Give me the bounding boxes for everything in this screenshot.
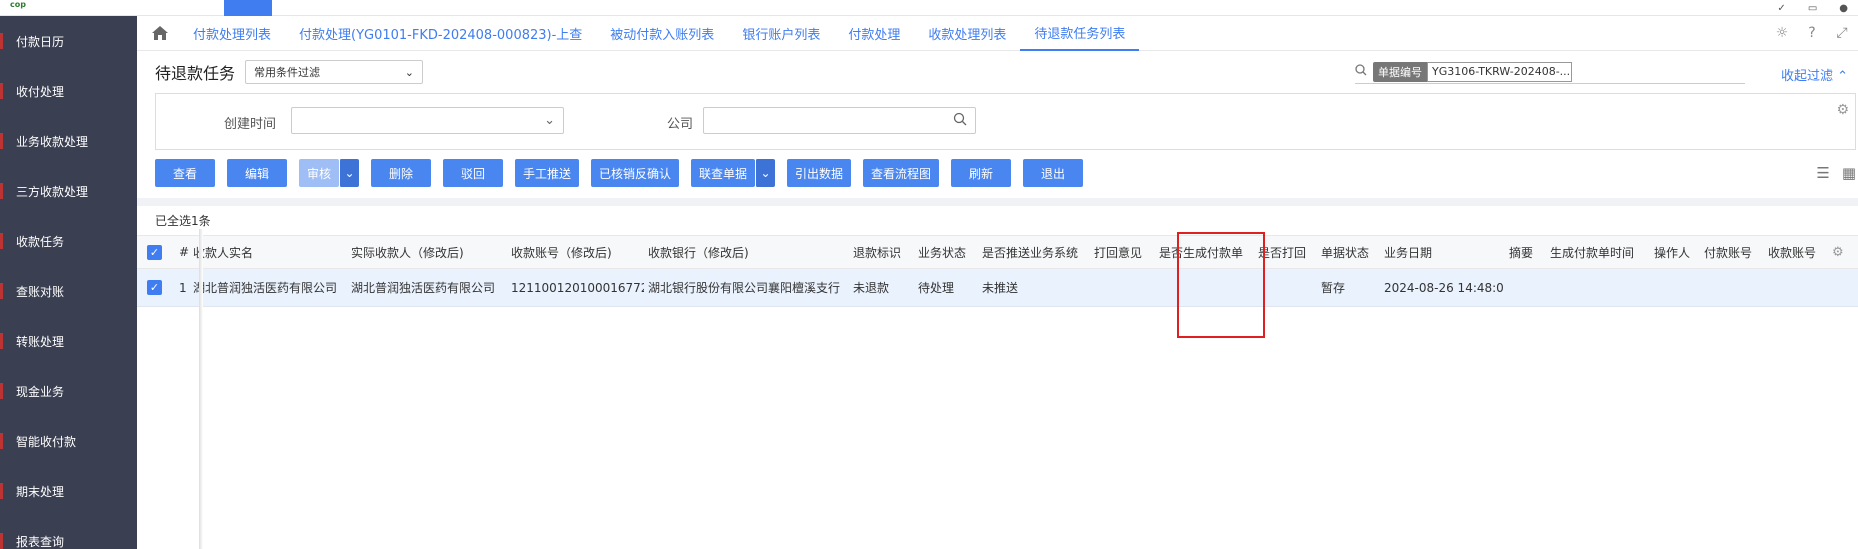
chevron-down-icon: ⌄ (344, 166, 355, 180)
col-account[interactable]: 收款账号（修改后) (507, 244, 644, 261)
table-header: ✓ # 收款人实名 实际收款人（修改后) 收款账号（修改后) 收款银行（修改后)… (137, 235, 1858, 269)
tab-payment-list[interactable]: 付款处理列表 (179, 16, 285, 51)
grid-view-icon[interactable]: ▦ (1842, 164, 1856, 182)
tab-payment-detail[interactable]: 付款处理(YG0101-FKD-202408-000823)-上查 (285, 16, 596, 51)
gear-icon[interactable]: ⚙ (1836, 102, 1849, 118)
tab-passive-payment[interactable]: 被动付款入账列表 (596, 16, 728, 51)
sidebar-item-third-party-receipt[interactable]: 三方收款处理 (0, 166, 137, 216)
created-time-field[interactable]: ⌄ (291, 107, 564, 134)
export-button[interactable]: 引出数据 (787, 159, 851, 187)
col-recv-account[interactable]: 收款账号 (1764, 244, 1828, 261)
reject-button[interactable]: 驳回 (443, 159, 503, 187)
data-table: ✓ # 收款人实名 实际收款人（修改后) 收款账号（修改后) 收款银行（修改后)… (137, 235, 1858, 307)
col-index: # (179, 245, 189, 259)
fullscreen-icon[interactable]: ⤢ (1832, 25, 1852, 41)
col-biz-status[interactable]: 业务状态 (914, 244, 978, 261)
sidebar-item-cash[interactable]: 现金业务 (0, 366, 137, 416)
col-gen-time[interactable]: 生成付款单时间 (1546, 244, 1650, 261)
selection-info: 已全选1条 (155, 214, 211, 228)
manual-push-button[interactable]: 手工推送 (515, 159, 579, 187)
col-reject-opinion[interactable]: 打回意见 (1090, 244, 1155, 261)
created-time-label: 创建时间 (224, 117, 277, 132)
page-title: 待退款任务 (155, 64, 236, 83)
table-row[interactable]: ✓ 1 湖北普润独活医药有限公司 湖北普润独活医药有限公司 1211001201… (137, 269, 1858, 307)
annotation-highlight-box (1177, 232, 1265, 338)
search-box[interactable]: 单据编号 YG3106-TKRW-202408-... (1355, 60, 1745, 84)
tab-bar: 付款处理列表 付款处理(YG0101-FKD-202408-000823)-上查… (137, 16, 1858, 51)
company-label: 公司 (667, 117, 694, 132)
chevron-down-icon: ⌄ (404, 65, 415, 79)
col-pushed[interactable]: 是否推送业务系统 (978, 244, 1090, 261)
writeoff-reverse-confirm-button[interactable]: 已核销反确认 (591, 159, 679, 187)
col-refund-flag[interactable]: 退款标识 (849, 244, 914, 261)
col-pay-account[interactable]: 付款账号 (1700, 244, 1764, 261)
audit-dropdown[interactable]: ⌄ (339, 159, 359, 187)
view-button[interactable]: 查看 (155, 159, 215, 187)
top-active-menu[interactable] (224, 0, 272, 16)
col-summary[interactable]: 摘要 (1505, 244, 1546, 261)
col-doc-status[interactable]: 单据状态 (1317, 244, 1380, 261)
sidebar-item-transfer[interactable]: 转账处理 (0, 316, 137, 366)
chevron-up-icon: ⌃ (1837, 69, 1849, 84)
col-payee[interactable]: 收款人实名 (189, 244, 347, 261)
collapse-filter-link[interactable]: 收起过滤 ⌃ (1781, 65, 1848, 84)
window-icon[interactable]: ▭ (1808, 3, 1817, 14)
search-icon (1355, 64, 1373, 79)
column-settings-icon[interactable]: ⚙ (1828, 245, 1848, 260)
search-icon[interactable] (953, 112, 967, 130)
audit-button[interactable]: 审核 (299, 159, 339, 187)
view-flowchart-button[interactable]: 查看流程图 (863, 159, 939, 187)
chevron-down-icon: ⌄ (544, 113, 555, 128)
linked-docs-dropdown[interactable]: ⌄ (755, 159, 775, 187)
sidebar-item-reconciliation[interactable]: 查账对账 (0, 266, 137, 316)
col-biz-date[interactable]: 业务日期 (1380, 244, 1505, 261)
avatar[interactable]: ● (1839, 3, 1848, 14)
frozen-column-divider (199, 229, 203, 549)
col-operator[interactable]: 操作人 (1650, 244, 1700, 261)
search-field-tag[interactable]: 单据编号 (1373, 61, 1427, 82)
refresh-button[interactable]: 刷新 (951, 159, 1011, 187)
list-view-icon[interactable]: ☰ (1816, 164, 1829, 182)
search-input[interactable]: YG3106-TKRW-202408-... (1427, 61, 1572, 82)
tab-bank-accounts[interactable]: 银行账户列表 (728, 16, 834, 51)
delete-button[interactable]: 删除 (371, 159, 431, 187)
sidebar-item-period-end[interactable]: 期末处理 (0, 466, 137, 516)
home-icon[interactable] (149, 23, 171, 43)
exit-button[interactable]: 退出 (1023, 159, 1083, 187)
chevron-down-icon: ⌄ (760, 166, 771, 180)
help-icon[interactable]: ? (1802, 25, 1822, 41)
lightbulb-icon[interactable]: ☼ (1772, 25, 1792, 41)
common-filter-select[interactable]: 常用条件过滤 ⌄ (245, 60, 424, 84)
filter-panel: 创建时间 ⌄ 公司 ⚙ (155, 93, 1856, 150)
logo: cop (10, 0, 26, 9)
sidebar: 付款日历 收付处理 业务收款处理 三方收款处理 收款任务 查账对账 转账处理 现… (0, 16, 137, 549)
top-navigation-bar: cop ✓ ▭ ● (0, 0, 1858, 16)
sidebar-item-smart-payment[interactable]: 智能收付款 (0, 416, 137, 466)
linked-docs-button[interactable]: 联查单据 (691, 159, 755, 187)
sidebar-item-receive-pay[interactable]: 收付处理 (0, 66, 137, 116)
sidebar-item-report[interactable]: 报表查询 (0, 516, 137, 549)
company-field[interactable] (703, 107, 976, 134)
sidebar-item-business-receipt[interactable]: 业务收款处理 (0, 116, 137, 166)
tab-payment-processing[interactable]: 付款处理 (834, 16, 914, 51)
notification-icon[interactable]: ✓ (1777, 3, 1785, 14)
tab-refund-task-list[interactable]: 待退款任务列表 (1020, 16, 1140, 51)
edit-button[interactable]: 编辑 (227, 159, 287, 187)
title-row: 待退款任务 常用条件过滤 ⌄ 单据编号 YG3106-TKRW-202408-.… (137, 51, 1858, 93)
col-bank[interactable]: 收款银行（修改后) (644, 244, 849, 261)
sidebar-item-payment-calendar[interactable]: 付款日历 (0, 16, 137, 66)
tab-receipt-list[interactable]: 收款处理列表 (914, 16, 1020, 51)
sidebar-item-receipt-task[interactable]: 收款任务 (0, 216, 137, 266)
col-actual-payee[interactable]: 实际收款人（修改后) (347, 244, 507, 261)
row-checkbox[interactable]: ✓ (147, 280, 162, 295)
select-all-checkbox[interactable]: ✓ (147, 244, 162, 260)
toolbar: 查看 编辑 审核 ⌄ 删除 驳回 手工推送 已核销反确认 联查单据 ⌄ 引出数据… (137, 150, 1858, 196)
main-content: 付款处理列表 付款处理(YG0101-FKD-202408-000823)-上查… (137, 16, 1858, 549)
